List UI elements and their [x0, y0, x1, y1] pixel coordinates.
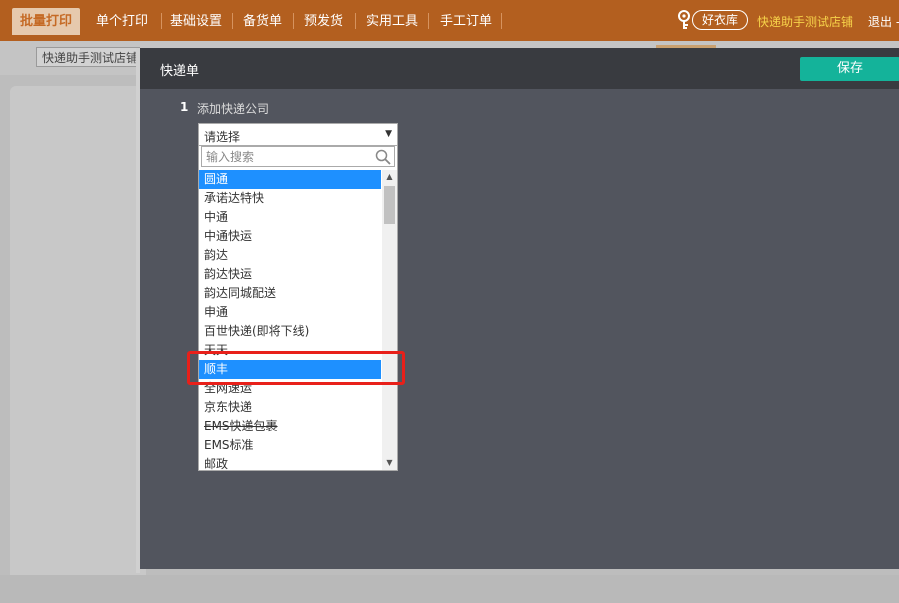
option-youzheng[interactable]: 邮政	[199, 455, 381, 470]
option-baishi[interactable]: 百世快递(即将下线)	[199, 322, 381, 341]
express-company-select[interactable]: 请选择 ▼	[198, 123, 398, 146]
nav-divider	[501, 13, 502, 29]
modal-header: 快递单 保存	[140, 48, 899, 89]
scroll-thumb[interactable]	[384, 186, 395, 224]
background-footer	[0, 575, 899, 603]
background-panel	[10, 86, 146, 586]
shop-select[interactable]: 快递助手测试店铺	[36, 47, 140, 67]
logout-link[interactable]: 退出 -	[868, 13, 899, 30]
tab-single-print[interactable]: 单个打印	[88, 8, 156, 35]
shop-name-link[interactable]: 快递助手测试店铺	[757, 13, 853, 30]
tab-tools[interactable]: 实用工具	[358, 8, 426, 35]
option-yunda[interactable]: 韵达	[199, 246, 381, 265]
select-value: 请选择	[204, 130, 241, 144]
top-nav-bar: 批量打印 单个打印 基础设置 备货单 预发货 实用工具 手工订单 好衣库 快递助…	[0, 0, 899, 41]
option-zhongtong-kuaiyun[interactable]: 中通快运	[199, 227, 381, 246]
option-yunda-tongcheng[interactable]: 韵达同城配送	[199, 284, 381, 303]
scroll-down-icon[interactable]: ▼	[382, 456, 397, 470]
option-zhongtong[interactable]: 中通	[199, 208, 381, 227]
step-label: 添加快递公司	[197, 102, 270, 116]
scroll-up-icon[interactable]: ▲	[382, 170, 397, 184]
option-ems-package[interactable]: EMS快递包裹	[199, 417, 381, 436]
nav-divider	[428, 13, 429, 29]
nav-divider	[232, 13, 233, 29]
scrollbar[interactable]: ▲ ▼	[382, 170, 397, 470]
option-list: 圆通 承诺达特快 中通 中通快运 韵达 韵达快运 韵达同城配送 申通 百世快递(…	[199, 170, 381, 470]
tab-manual-order[interactable]: 手工订单	[432, 8, 500, 35]
brand-badge[interactable]: 好衣库	[692, 10, 749, 30]
step-number: 1	[180, 100, 189, 114]
tab-batch-print[interactable]: 批量打印	[12, 8, 81, 35]
option-shentong[interactable]: 申通	[199, 303, 381, 322]
express-company-dropdown: 圆通 承诺达特快 中通 中通快运 韵达 韵达快运 韵达同城配送 申通 百世快递(…	[198, 146, 398, 471]
option-chengnuoda[interactable]: 承诺达特快	[199, 189, 381, 208]
highlight-annotation-box	[187, 351, 405, 385]
search-input[interactable]	[204, 148, 368, 165]
tab-stock-list[interactable]: 备货单	[235, 8, 290, 35]
nav-divider	[293, 13, 294, 29]
search-icon	[375, 149, 391, 165]
express-sheet-modal: 快递单 保存 1 添加快递公司 请选择 ▼ 圆通 承诺达特快 中通 中通快运 韵…	[140, 48, 899, 569]
nav-divider	[355, 13, 356, 29]
option-ems-standard[interactable]: EMS标准	[199, 436, 381, 455]
save-button[interactable]: 保存	[800, 57, 899, 81]
tab-pre-ship[interactable]: 预发货	[296, 8, 351, 35]
option-yunda-kuaiyun[interactable]: 韵达快运	[199, 265, 381, 284]
option-jingdong[interactable]: 京东快递	[199, 398, 381, 417]
tab-basic-settings[interactable]: 基础设置	[162, 8, 230, 35]
chevron-down-icon: ▼	[385, 129, 392, 139]
search-box	[201, 146, 395, 167]
option-yuantong[interactable]: 圆通	[199, 170, 381, 189]
modal-title: 快递单	[160, 64, 200, 79]
